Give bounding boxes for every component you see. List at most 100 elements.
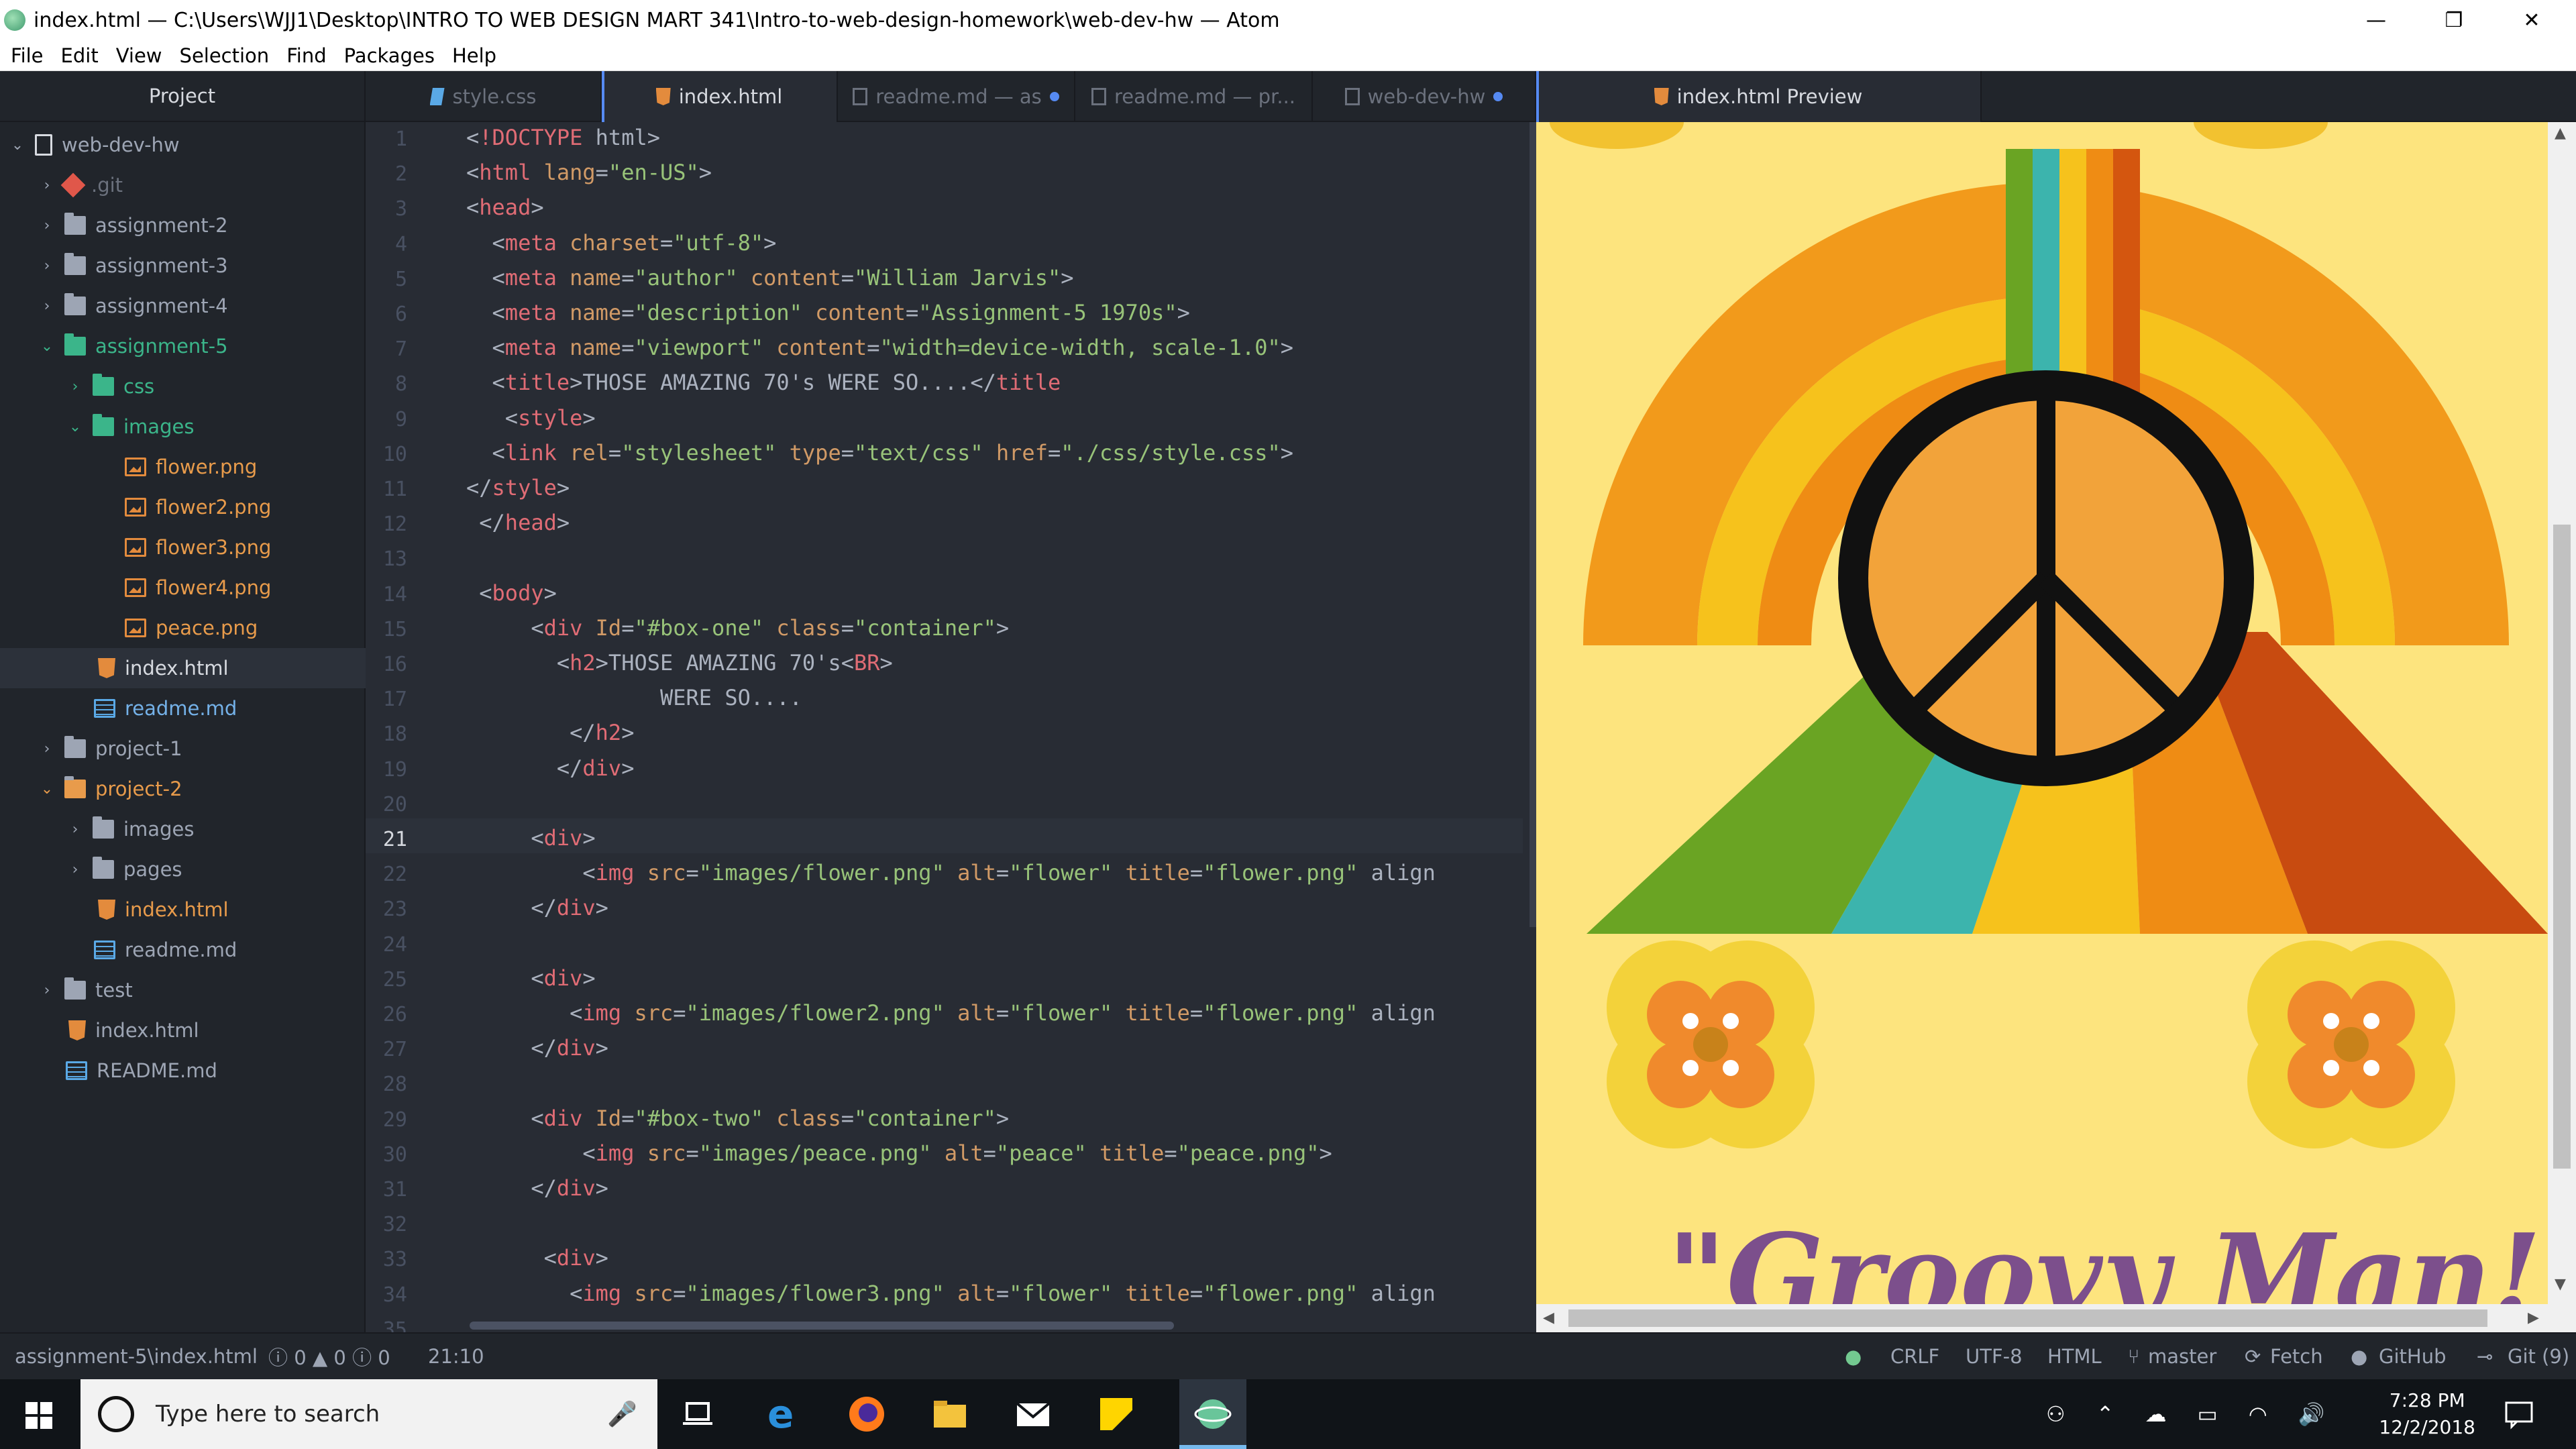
file-explorer-icon[interactable]	[930, 1394, 970, 1434]
notifications-icon[interactable]	[2502, 1379, 2536, 1449]
menu-find[interactable]: Find	[286, 44, 326, 67]
code-line[interactable]: <body>	[466, 580, 557, 606]
onedrive-icon[interactable]: ☁	[2145, 1401, 2167, 1427]
firefox-icon[interactable]	[847, 1394, 887, 1434]
tree-item-index-html-root[interactable]: index.html	[0, 1010, 366, 1051]
status-grammar[interactable]: HTML	[2047, 1345, 2102, 1368]
tree-item-assignment-3[interactable]: › assignment-3	[0, 246, 366, 286]
tree-item-readme-md-2[interactable]: readme.md	[0, 930, 366, 970]
status-file-path[interactable]: assignment-5\index.html	[15, 1345, 258, 1368]
tree-item-project-1[interactable]: › project-1	[0, 729, 366, 769]
code-line[interactable]: </div>	[466, 755, 635, 781]
tree-item-project-2[interactable]: ⌄ project-2	[0, 769, 366, 809]
people-icon[interactable]: ⚇	[2046, 1401, 2065, 1427]
tree-item-test[interactable]: › test	[0, 970, 366, 1010]
chevron-up-icon[interactable]: ⌃	[2096, 1401, 2114, 1427]
status-branch[interactable]: master	[2148, 1345, 2216, 1368]
menu-view[interactable]: View	[116, 44, 162, 67]
code-line[interactable]: <div Id="#box-two" class="container">	[466, 1106, 1009, 1131]
code-line[interactable]: <div>	[466, 825, 595, 851]
code-line[interactable]: <head>	[466, 195, 544, 220]
menu-selection[interactable]: Selection	[180, 44, 270, 67]
code-line[interactable]: <h2>THOSE AMAZING 70's<BR>	[466, 650, 893, 676]
code-line[interactable]: <html lang="en-US">	[466, 160, 712, 185]
close-button[interactable]: ✕	[2493, 0, 2571, 40]
taskbar-search-box[interactable]: Type here to search 🎤	[80, 1379, 657, 1449]
volume-icon[interactable]: 🔊	[2298, 1401, 2325, 1427]
code-line[interactable]: </h2>	[466, 720, 634, 745]
code-line[interactable]: <link rel="stylesheet" type="text/css" h…	[466, 440, 1293, 466]
menu-edit[interactable]: Edit	[61, 44, 99, 67]
status-github[interactable]: GitHub	[2379, 1345, 2447, 1368]
scroll-up-icon[interactable]: ▲	[2555, 125, 2566, 142]
tree-item-images[interactable]: ⌄ images	[0, 407, 366, 447]
task-view-icon[interactable]	[678, 1394, 718, 1434]
code-line[interactable]: </div>	[466, 1175, 608, 1201]
code-line[interactable]: <meta name="viewport" content="width=dev…	[466, 335, 1293, 360]
code-line[interactable]: </div>	[466, 1035, 608, 1061]
tab-preview[interactable]: index.html Preview	[1536, 71, 1982, 122]
preview-horizontal-scrollbar[interactable]: ◀ ▶	[1536, 1304, 2548, 1332]
tree-item-readme-root[interactable]: README.md	[0, 1051, 366, 1091]
code-line[interactable]: <div>	[466, 1245, 608, 1271]
tab-style-css[interactable]: style.css	[366, 71, 602, 122]
status-diagnostics[interactable]: ⓘ 0 ▲ 0 ⓘ 0	[268, 1342, 390, 1371]
editor-vertical-scrollbar[interactable]	[1529, 122, 1536, 927]
code-line[interactable]: <img src="images/flower.png" alt="flower…	[466, 860, 1436, 885]
code-line[interactable]: </div>	[466, 895, 608, 920]
tree-item-assignment-2[interactable]: › assignment-2	[0, 205, 366, 246]
wifi-icon[interactable]: ◠	[2249, 1401, 2267, 1427]
restore-button[interactable]: ❐	[2415, 0, 2493, 40]
preview-hscroll-thumb[interactable]	[1568, 1309, 2487, 1327]
scroll-down-icon[interactable]: ▼	[2555, 1276, 2566, 1293]
html-preview-pane[interactable]: "Groovy Man!" ▲ ▼ ◀ ▶	[1536, 122, 2576, 1332]
tree-item-pages[interactable]: › pages	[0, 849, 366, 890]
menu-file[interactable]: File	[11, 44, 44, 67]
code-line[interactable]: <meta charset="utf-8">	[466, 230, 777, 256]
tab-web-dev-hw[interactable]: web-dev-hw	[1313, 71, 1536, 122]
code-line[interactable]: </style>	[466, 475, 570, 500]
tree-item-flower2-png[interactable]: flower2.png	[0, 487, 366, 527]
preview-scroll-thumb[interactable]	[2553, 525, 2571, 1169]
status-line-ending[interactable]: CRLF	[1890, 1345, 1939, 1368]
status-fetch[interactable]: Fetch	[2270, 1345, 2323, 1368]
code-line[interactable]: WERE SO....	[466, 685, 802, 710]
code-line[interactable]: <style>	[466, 405, 596, 431]
scroll-left-icon[interactable]: ◀	[1543, 1309, 1554, 1326]
menu-help[interactable]: Help	[452, 44, 496, 67]
code-line[interactable]: <!DOCTYPE html>	[466, 125, 660, 150]
code-line[interactable]: <div Id="#box-one" class="container">	[466, 615, 1009, 641]
code-line[interactable]: </head>	[466, 510, 570, 535]
tree-item-assignment-5[interactable]: ⌄ assignment-5	[0, 326, 366, 366]
tree-item-images-2[interactable]: › images	[0, 809, 366, 849]
tree-item-flower-png[interactable]: flower.png	[0, 447, 366, 487]
tree-item-web-dev-hw[interactable]: ⌄ web-dev-hw	[0, 125, 366, 165]
tree-item-index-html-selected[interactable]: index.html	[0, 648, 366, 688]
tree-item-assignment-4[interactable]: › assignment-4	[0, 286, 366, 326]
code-line[interactable]: <img src="images/flower3.png" alt="flowe…	[466, 1281, 1436, 1306]
status-cursor-position[interactable]: 21:10	[428, 1345, 484, 1368]
status-git[interactable]: Git (9)	[2508, 1345, 2569, 1368]
edge-browser-icon[interactable]: e	[763, 1391, 804, 1437]
code-line[interactable]: <meta name="author" content="William Jar…	[466, 265, 1074, 290]
minimize-button[interactable]: —	[2337, 0, 2415, 40]
tree-item-index-html-2[interactable]: index.html	[0, 890, 366, 930]
microphone-icon[interactable]: 🎤	[607, 1400, 637, 1428]
editor-horizontal-scrollbar[interactable]	[470, 1322, 1174, 1330]
scroll-right-icon[interactable]: ▶	[2528, 1309, 2539, 1326]
code-line[interactable]: <img src="images/peace.png" alt="peace" …	[466, 1140, 1332, 1166]
tree-item-flower3-png[interactable]: flower3.png	[0, 527, 366, 568]
code-line[interactable]: <div>	[466, 965, 595, 991]
status-encoding[interactable]: UTF-8	[1966, 1345, 2023, 1368]
menu-packages[interactable]: Packages	[344, 44, 435, 67]
atom-taskbar-icon[interactable]	[1179, 1379, 1246, 1449]
tree-item-readme-md[interactable]: readme.md	[0, 688, 366, 729]
tree-item-peace-png[interactable]: peace.png	[0, 608, 366, 648]
mail-icon[interactable]	[1013, 1394, 1053, 1434]
tab-readme-pr[interactable]: readme.md — pr...	[1075, 71, 1313, 122]
taskbar-clock[interactable]: 7:28 PM 12/2/2018	[2379, 1387, 2475, 1441]
tree-item-git[interactable]: › .git	[0, 165, 366, 205]
preview-vertical-scrollbar[interactable]: ▲ ▼	[2548, 122, 2576, 1332]
tab-readme-as[interactable]: readme.md — as	[838, 71, 1075, 122]
sticky-notes-icon[interactable]	[1096, 1394, 1136, 1434]
